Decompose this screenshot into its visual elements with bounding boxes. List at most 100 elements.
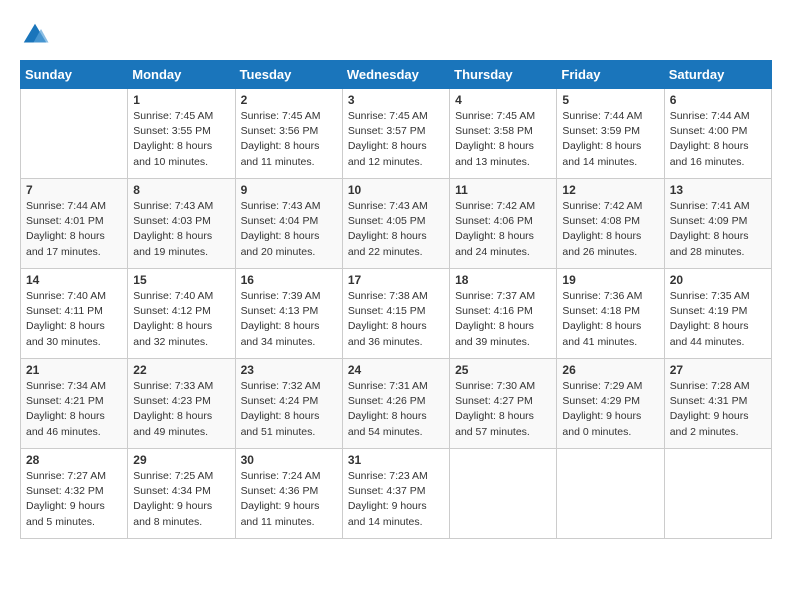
day-info: Sunrise: 7:44 AMSunset: 4:01 PMDaylight:… bbox=[26, 199, 122, 260]
day-info: Sunrise: 7:45 AMSunset: 3:56 PMDaylight:… bbox=[241, 109, 337, 170]
day-info: Sunrise: 7:36 AMSunset: 4:18 PMDaylight:… bbox=[562, 289, 658, 350]
day-number: 28 bbox=[26, 453, 122, 467]
day-number: 10 bbox=[348, 183, 444, 197]
col-header-tuesday: Tuesday bbox=[235, 61, 342, 89]
day-number: 29 bbox=[133, 453, 229, 467]
day-info: Sunrise: 7:44 AMSunset: 3:59 PMDaylight:… bbox=[562, 109, 658, 170]
week-row-1: 7 Sunrise: 7:44 AMSunset: 4:01 PMDaylight… bbox=[21, 179, 772, 269]
week-row-4: 28 Sunrise: 7:27 AMSunset: 4:32 PMDayligh… bbox=[21, 449, 772, 539]
day-info: Sunrise: 7:38 AMSunset: 4:15 PMDaylight:… bbox=[348, 289, 444, 350]
day-number: 8 bbox=[133, 183, 229, 197]
day-number: 13 bbox=[670, 183, 766, 197]
logo-icon bbox=[20, 20, 50, 50]
day-info: Sunrise: 7:45 AMSunset: 3:55 PMDaylight:… bbox=[133, 109, 229, 170]
calendar-cell: 5 Sunrise: 7:44 AMSunset: 3:59 PMDaylight… bbox=[557, 89, 664, 179]
col-header-friday: Friday bbox=[557, 61, 664, 89]
calendar-cell: 17 Sunrise: 7:38 AMSunset: 4:15 PMDayligh… bbox=[342, 269, 449, 359]
day-number: 23 bbox=[241, 363, 337, 377]
calendar-cell: 26Sunrise: 7:29 AMSunset: 4:29 PMDayligh… bbox=[557, 359, 664, 449]
col-header-thursday: Thursday bbox=[450, 61, 557, 89]
calendar-cell: 22Sunrise: 7:33 AMSunset: 4:23 PMDayligh… bbox=[128, 359, 235, 449]
calendar-cell: 6 Sunrise: 7:44 AMSunset: 4:00 PMDaylight… bbox=[664, 89, 771, 179]
logo bbox=[20, 20, 52, 50]
day-info: Sunrise: 7:31 AMSunset: 4:26 PMDaylight:… bbox=[348, 379, 444, 440]
calendar-cell: 27 Sunrise: 7:28 AMSunset: 4:31 PMDayligh… bbox=[664, 359, 771, 449]
day-number: 18 bbox=[455, 273, 551, 287]
calendar-cell: 30 Sunrise: 7:24 AMSunset: 4:36 PMDayligh… bbox=[235, 449, 342, 539]
day-info: Sunrise: 7:45 AMSunset: 3:57 PMDaylight:… bbox=[348, 109, 444, 170]
calendar-cell: 20 Sunrise: 7:35 AMSunset: 4:19 PMDayligh… bbox=[664, 269, 771, 359]
col-header-sunday: Sunday bbox=[21, 61, 128, 89]
day-number: 1 bbox=[133, 93, 229, 107]
calendar-cell: 2 Sunrise: 7:45 AMSunset: 3:56 PMDaylight… bbox=[235, 89, 342, 179]
calendar-cell: 21Sunrise: 7:34 AMSunset: 4:21 PMDayligh… bbox=[21, 359, 128, 449]
week-row-0: 1 Sunrise: 7:45 AMSunset: 3:55 PMDaylight… bbox=[21, 89, 772, 179]
day-number: 3 bbox=[348, 93, 444, 107]
calendar-page: SundayMondayTuesdayWednesdayThursdayFrid… bbox=[0, 0, 792, 549]
day-info: Sunrise: 7:32 AMSunset: 4:24 PMDaylight:… bbox=[241, 379, 337, 440]
day-number: 31 bbox=[348, 453, 444, 467]
day-info: Sunrise: 7:25 AMSunset: 4:34 PMDaylight:… bbox=[133, 469, 229, 530]
day-info: Sunrise: 7:45 AMSunset: 3:58 PMDaylight:… bbox=[455, 109, 551, 170]
day-number: 11 bbox=[455, 183, 551, 197]
day-number: 20 bbox=[670, 273, 766, 287]
day-number: 24 bbox=[348, 363, 444, 377]
day-number: 7 bbox=[26, 183, 122, 197]
calendar-cell: 3 Sunrise: 7:45 AMSunset: 3:57 PMDaylight… bbox=[342, 89, 449, 179]
calendar-cell: 15 Sunrise: 7:40 AMSunset: 4:12 PMDayligh… bbox=[128, 269, 235, 359]
day-info: Sunrise: 7:35 AMSunset: 4:19 PMDaylight:… bbox=[670, 289, 766, 350]
day-info: Sunrise: 7:43 AMSunset: 4:03 PMDaylight:… bbox=[133, 199, 229, 260]
calendar-cell bbox=[21, 89, 128, 179]
col-header-wednesday: Wednesday bbox=[342, 61, 449, 89]
day-number: 25 bbox=[455, 363, 551, 377]
day-info: Sunrise: 7:29 AMSunset: 4:29 PMDaylight:… bbox=[562, 379, 658, 440]
day-info: Sunrise: 7:27 AMSunset: 4:32 PMDaylight:… bbox=[26, 469, 122, 530]
day-info: Sunrise: 7:30 AMSunset: 4:27 PMDaylight:… bbox=[455, 379, 551, 440]
day-number: 21 bbox=[26, 363, 122, 377]
calendar-cell: 9Sunrise: 7:43 AMSunset: 4:04 PMDaylight… bbox=[235, 179, 342, 269]
calendar-cell: 11Sunrise: 7:42 AMSunset: 4:06 PMDayligh… bbox=[450, 179, 557, 269]
calendar-cell: 25 Sunrise: 7:30 AMSunset: 4:27 PMDayligh… bbox=[450, 359, 557, 449]
calendar-header-row: SundayMondayTuesdayWednesdayThursdayFrid… bbox=[21, 61, 772, 89]
day-number: 5 bbox=[562, 93, 658, 107]
calendar-cell: 29 Sunrise: 7:25 AMSunset: 4:34 PMDayligh… bbox=[128, 449, 235, 539]
calendar-cell: 1 Sunrise: 7:45 AMSunset: 3:55 PMDaylight… bbox=[128, 89, 235, 179]
week-row-3: 21Sunrise: 7:34 AMSunset: 4:21 PMDayligh… bbox=[21, 359, 772, 449]
calendar-cell bbox=[557, 449, 664, 539]
day-info: Sunrise: 7:33 AMSunset: 4:23 PMDaylight:… bbox=[133, 379, 229, 440]
day-number: 15 bbox=[133, 273, 229, 287]
day-info: Sunrise: 7:43 AMSunset: 4:05 PMDaylight:… bbox=[348, 199, 444, 260]
calendar-cell: 16Sunrise: 7:39 AMSunset: 4:13 PMDayligh… bbox=[235, 269, 342, 359]
day-number: 19 bbox=[562, 273, 658, 287]
day-number: 6 bbox=[670, 93, 766, 107]
day-info: Sunrise: 7:40 AMSunset: 4:11 PMDaylight:… bbox=[26, 289, 122, 350]
day-number: 17 bbox=[348, 273, 444, 287]
day-number: 30 bbox=[241, 453, 337, 467]
day-info: Sunrise: 7:23 AMSunset: 4:37 PMDaylight:… bbox=[348, 469, 444, 530]
day-number: 14 bbox=[26, 273, 122, 287]
day-number: 4 bbox=[455, 93, 551, 107]
day-info: Sunrise: 7:42 AMSunset: 4:08 PMDaylight:… bbox=[562, 199, 658, 260]
calendar-cell: 28 Sunrise: 7:27 AMSunset: 4:32 PMDayligh… bbox=[21, 449, 128, 539]
day-number: 27 bbox=[670, 363, 766, 377]
calendar-cell: 13 Sunrise: 7:41 AMSunset: 4:09 PMDayligh… bbox=[664, 179, 771, 269]
day-number: 12 bbox=[562, 183, 658, 197]
day-info: Sunrise: 7:39 AMSunset: 4:13 PMDaylight:… bbox=[241, 289, 337, 350]
calendar-cell: 23 Sunrise: 7:32 AMSunset: 4:24 PMDayligh… bbox=[235, 359, 342, 449]
calendar-cell: 19 Sunrise: 7:36 AMSunset: 4:18 PMDayligh… bbox=[557, 269, 664, 359]
calendar-cell: 8 Sunrise: 7:43 AMSunset: 4:03 PMDaylight… bbox=[128, 179, 235, 269]
day-number: 2 bbox=[241, 93, 337, 107]
calendar-cell: 18 Sunrise: 7:37 AMSunset: 4:16 PMDayligh… bbox=[450, 269, 557, 359]
calendar-cell: 12 Sunrise: 7:42 AMSunset: 4:08 PMDayligh… bbox=[557, 179, 664, 269]
day-info: Sunrise: 7:41 AMSunset: 4:09 PMDaylight:… bbox=[670, 199, 766, 260]
day-info: Sunrise: 7:24 AMSunset: 4:36 PMDaylight:… bbox=[241, 469, 337, 530]
calendar-cell: 31 Sunrise: 7:23 AMSunset: 4:37 PMDayligh… bbox=[342, 449, 449, 539]
day-info: Sunrise: 7:37 AMSunset: 4:16 PMDaylight:… bbox=[455, 289, 551, 350]
header bbox=[20, 20, 772, 50]
day-info: Sunrise: 7:44 AMSunset: 4:00 PMDaylight:… bbox=[670, 109, 766, 170]
calendar-table: SundayMondayTuesdayWednesdayThursdayFrid… bbox=[20, 60, 772, 539]
calendar-cell: 4 Sunrise: 7:45 AMSunset: 3:58 PMDaylight… bbox=[450, 89, 557, 179]
day-info: Sunrise: 7:28 AMSunset: 4:31 PMDaylight:… bbox=[670, 379, 766, 440]
day-info: Sunrise: 7:40 AMSunset: 4:12 PMDaylight:… bbox=[133, 289, 229, 350]
col-header-saturday: Saturday bbox=[664, 61, 771, 89]
